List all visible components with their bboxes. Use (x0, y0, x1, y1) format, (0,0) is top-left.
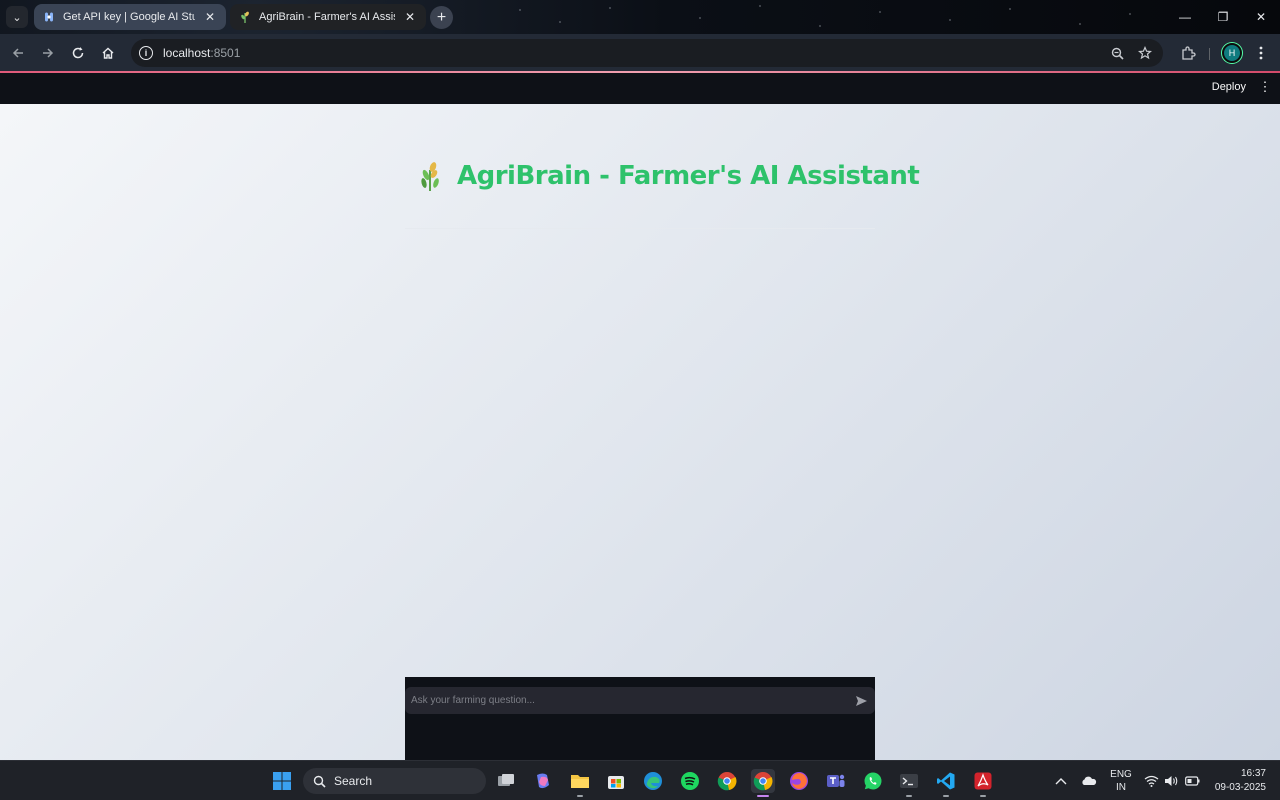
wheat-icon (241, 11, 249, 23)
chrome-profile-icon[interactable] (715, 769, 739, 793)
profile-avatar[interactable]: H (1222, 43, 1242, 63)
forward-icon[interactable] (38, 43, 58, 63)
search-icon (313, 775, 326, 788)
browser-tab-strip: ⌄ Get API key | Google AI Studio ✕ AgriB… (0, 0, 1280, 34)
address-bar[interactable]: i localhost:8501 (131, 39, 1163, 67)
home-icon[interactable] (98, 43, 118, 63)
acrobat-icon[interactable] (971, 769, 995, 797)
tab-title: Get API key | Google AI Studio (63, 11, 195, 23)
tab-agribrain[interactable]: AgriBrain - Farmer's AI Assistant ✕ (230, 4, 426, 30)
whatsapp-icon[interactable] (861, 769, 885, 793)
page-title: AgriBrain - Farmer's AI Assistant (457, 161, 920, 191)
tab-title: AgriBrain - Farmer's AI Assistant (259, 11, 395, 23)
file-explorer-icon[interactable] (568, 769, 592, 797)
minimize-button[interactable]: — (1166, 0, 1204, 34)
chat-input-dock (405, 677, 875, 760)
app-main: AgriBrain - Farmer's AI Assistant (0, 104, 1280, 760)
taskbar-search[interactable]: Search (303, 768, 486, 794)
onedrive-cloud-icon[interactable] (1081, 761, 1097, 800)
battery-icon[interactable] (1185, 761, 1200, 800)
browser-toolbar: i localhost:8501 H (0, 34, 1280, 72)
copilot-icon[interactable] (531, 769, 555, 793)
deploy-button[interactable]: Deploy (1212, 81, 1246, 93)
close-icon[interactable]: ✕ (402, 10, 418, 24)
back-icon[interactable] (8, 43, 28, 63)
extensions-icon[interactable] (1179, 44, 1197, 62)
maximize-button[interactable]: ❐ (1204, 0, 1242, 34)
chat-input[interactable] (411, 695, 847, 706)
chat-input-container (405, 687, 875, 714)
volume-icon[interactable] (1164, 761, 1178, 800)
tab-google-ai-studio[interactable]: Get API key | Google AI Studio ✕ (34, 4, 226, 30)
app-header: Deploy ⋮ (0, 73, 1280, 104)
spotify-icon[interactable] (678, 769, 702, 793)
search-label: Search (334, 774, 373, 788)
teams-icon[interactable] (824, 769, 848, 793)
send-icon[interactable] (847, 687, 875, 714)
wifi-icon[interactable] (1144, 761, 1159, 800)
google-ai-studio-icon (45, 12, 53, 22)
edge-icon[interactable] (641, 769, 665, 793)
reload-icon[interactable] (68, 43, 88, 63)
start-windows-icon[interactable] (270, 769, 294, 793)
close-window-button[interactable]: ✕ (1242, 0, 1280, 34)
task-view-icon[interactable] (494, 769, 518, 793)
app-menu-icon[interactable]: ⋮ (1258, 79, 1272, 95)
url-text: localhost:8501 (163, 46, 241, 60)
wheat-icon (421, 162, 439, 191)
zoom-icon[interactable] (1109, 45, 1125, 61)
vscode-icon[interactable] (934, 769, 958, 797)
windows-taskbar: Search ENG IN 16:37 09-03-2025 (0, 760, 1280, 800)
chrome-active-icon[interactable] (751, 769, 775, 797)
browser-menu-icon[interactable] (1252, 44, 1270, 62)
site-info-icon[interactable]: i (139, 46, 153, 60)
microsoft-store-icon[interactable] (604, 769, 628, 793)
page-heading: AgriBrain - Farmer's AI Assistant (417, 160, 920, 192)
firefox-icon[interactable] (787, 769, 811, 793)
tab-search-button[interactable]: ⌄ (6, 6, 28, 28)
new-tab-button[interactable]: + (430, 6, 453, 29)
input-language-indicator[interactable]: ENG IN (1110, 768, 1132, 794)
toolbar-divider (1209, 48, 1210, 60)
terminal-icon[interactable] (897, 769, 921, 797)
close-icon[interactable]: ✕ (202, 10, 218, 24)
title-divider (405, 228, 875, 229)
bookmark-star-icon[interactable] (1137, 45, 1153, 61)
show-hidden-icons-icon[interactable] (1055, 761, 1067, 800)
system-clock[interactable]: 16:37 09-03-2025 (1210, 767, 1266, 795)
